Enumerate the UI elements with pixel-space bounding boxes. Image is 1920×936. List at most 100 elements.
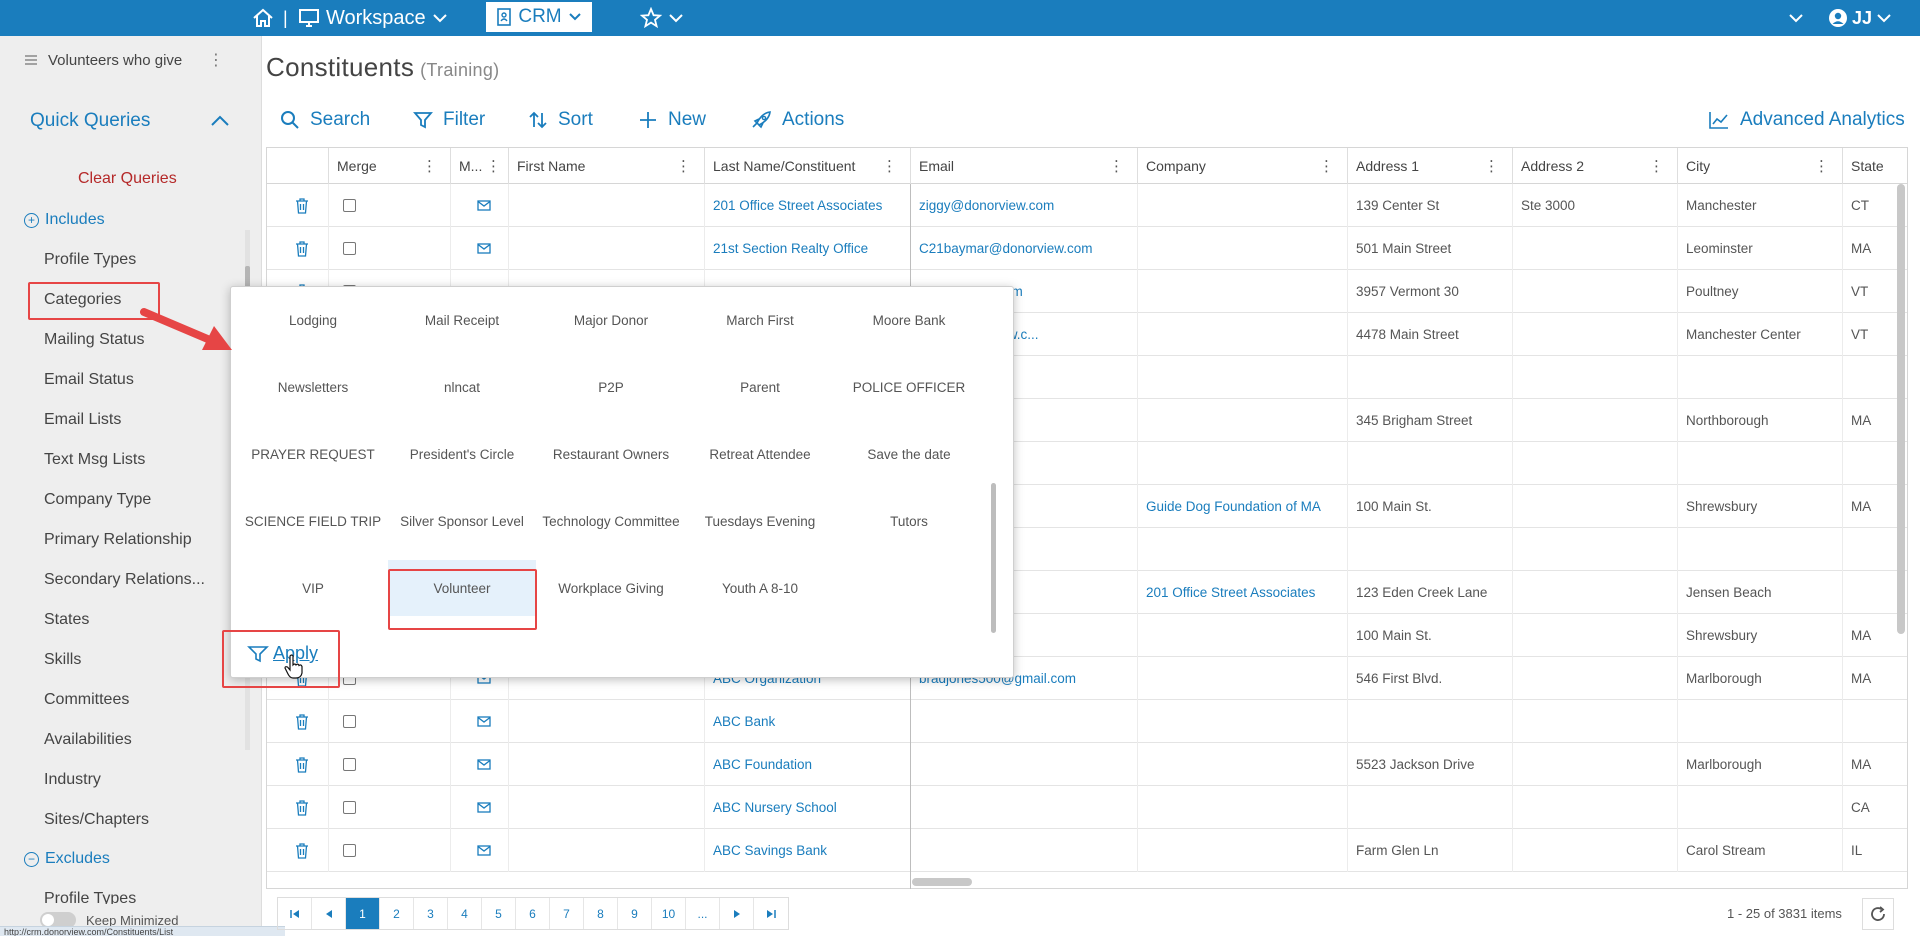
- page-number-button[interactable]: 6: [516, 898, 550, 929]
- sidebar-item-categories[interactable]: Categories: [44, 291, 121, 309]
- clear-queries-link[interactable]: Clear Queries: [78, 170, 177, 188]
- column-header-address-1[interactable]: Address 1 ⋮: [1348, 148, 1513, 184]
- column-menu-icon[interactable]: ⋮: [676, 157, 691, 175]
- advanced-analytics-button[interactable]: Advanced Analytics: [1708, 106, 1905, 134]
- table-row[interactable]: 21st Section Realty Office C21baymar@dono…: [267, 227, 1907, 270]
- popup-scrollbar[interactable]: [991, 483, 996, 633]
- sidebar-item-mailing-status[interactable]: Mailing Status: [44, 331, 145, 349]
- category-option[interactable]: Retreat Attendee: [686, 426, 834, 482]
- column-header-state[interactable]: State: [1843, 148, 1907, 184]
- category-option[interactable]: SCIENCE FIELD TRIP: [239, 493, 387, 549]
- category-option[interactable]: March First: [686, 292, 834, 348]
- mail-button[interactable]: [451, 829, 509, 872]
- last-cell[interactable]: ABC Nursery School: [705, 786, 911, 829]
- column-menu-icon[interactable]: ⋮: [882, 157, 897, 175]
- merge-checkbox[interactable]: [329, 700, 451, 743]
- sidebar-item-email-status[interactable]: Email Status: [44, 371, 134, 389]
- merge-checkbox[interactable]: [329, 786, 451, 829]
- column-header-merge[interactable]: Merge ⋮: [329, 148, 451, 184]
- category-option[interactable]: Silver Sponsor Level: [388, 493, 536, 549]
- last-page-button[interactable]: [754, 898, 788, 929]
- column-header-mail[interactable]: M... ⋮: [451, 148, 509, 184]
- column-header-email[interactable]: Email ⋮: [911, 148, 1138, 184]
- filter-button[interactable]: Filter: [413, 106, 485, 134]
- mail-button[interactable]: [451, 184, 509, 227]
- table-row[interactable]: ABC Savings Bank Farm Glen Ln Carol Stream…: [267, 829, 1907, 872]
- category-option[interactable]: Technology Committee: [537, 493, 685, 549]
- category-option[interactable]: POLICE OFFICER: [835, 359, 983, 415]
- category-option[interactable]: PRAYER REQUEST: [239, 426, 387, 482]
- category-option[interactable]: President's Circle: [388, 426, 536, 482]
- column-header-company[interactable]: Company ⋮: [1138, 148, 1348, 184]
- category-option[interactable]: Moore Bank: [835, 292, 983, 348]
- column-header-city[interactable]: City ⋮: [1678, 148, 1843, 184]
- sidebar-item-industry[interactable]: Industry: [44, 771, 101, 789]
- last-cell[interactable]: 201 Office Street Associates: [705, 184, 911, 227]
- email-cell[interactable]: C21baymar@donorview.com: [911, 227, 1138, 270]
- last-cell[interactable]: ABC Bank: [705, 700, 911, 743]
- delete-row-button[interactable]: [267, 227, 329, 270]
- sidebar-item-exclude-profile-types[interactable]: Profile Types: [44, 890, 136, 904]
- sidebar-item-secondary-relationship[interactable]: Secondary Relations...: [44, 571, 205, 589]
- sidebar-item-committees[interactable]: Committees: [44, 691, 129, 709]
- actions-button[interactable]: Actions: [750, 106, 844, 134]
- mail-button[interactable]: [451, 700, 509, 743]
- column-menu-icon[interactable]: ⋮: [422, 157, 437, 175]
- column-header-last-name[interactable]: Last Name/Constituent ⋮: [705, 148, 911, 184]
- column-menu-icon[interactable]: ⋮: [1109, 157, 1124, 175]
- user-menu[interactable]: JJ: [1828, 0, 1892, 36]
- first-page-button[interactable]: [278, 898, 312, 929]
- delete-row-button[interactable]: [267, 829, 329, 872]
- apply-button[interactable]: Apply: [247, 643, 318, 664]
- category-option[interactable]: Volunteer: [388, 560, 536, 616]
- page-number-button[interactable]: 9: [618, 898, 652, 929]
- page-number-button[interactable]: 4: [448, 898, 482, 929]
- column-header-address-2[interactable]: Address 2 ⋮: [1513, 148, 1678, 184]
- category-option[interactable]: nlncat: [388, 359, 536, 415]
- merge-checkbox[interactable]: [329, 829, 451, 872]
- mail-button[interactable]: [451, 227, 509, 270]
- page-number-button[interactable]: 2: [380, 898, 414, 929]
- category-option[interactable]: Lodging: [239, 292, 387, 348]
- merge-checkbox[interactable]: [329, 184, 451, 227]
- sidebar-item-skills[interactable]: Skills: [44, 651, 81, 669]
- table-row[interactable]: ABC Nursery School CA: [267, 786, 1907, 829]
- checkbox[interactable]: [343, 242, 356, 255]
- delete-row-button[interactable]: [267, 743, 329, 786]
- next-page-button[interactable]: [720, 898, 754, 929]
- sidebar-item-email-lists[interactable]: Email Lists: [44, 411, 121, 429]
- new-button[interactable]: New: [638, 106, 706, 134]
- previous-page-button[interactable]: [312, 898, 346, 929]
- sidebar-item-states[interactable]: States: [44, 611, 89, 629]
- table-row[interactable]: ABC Foundation 5523 Jackson Drive Marlboro…: [267, 743, 1907, 786]
- refresh-button[interactable]: [1862, 898, 1894, 930]
- category-option[interactable]: P2P: [537, 359, 685, 415]
- delete-row-button[interactable]: [267, 700, 329, 743]
- last-cell[interactable]: ABC Savings Bank: [705, 829, 911, 872]
- mail-button[interactable]: [451, 743, 509, 786]
- excludes-section[interactable]: − Excludes: [24, 849, 110, 869]
- checkbox[interactable]: [343, 758, 356, 771]
- table-row[interactable]: ABC Bank: [267, 700, 1907, 743]
- category-option[interactable]: Tuesdays Evening: [686, 493, 834, 549]
- checkbox[interactable]: [343, 801, 356, 814]
- sidebar-item-company-type[interactable]: Company Type: [44, 491, 151, 509]
- email-cell[interactable]: ziggy@donorview.com: [911, 184, 1138, 227]
- grid-vertical-scrollbar[interactable]: [1897, 184, 1905, 634]
- sidebar-item-sites-chapters[interactable]: Sites/Chapters: [44, 811, 149, 829]
- page-number-button[interactable]: ...: [686, 898, 720, 929]
- category-option[interactable]: Workplace Giving: [537, 560, 685, 616]
- merge-checkbox[interactable]: [329, 743, 451, 786]
- sidebar-item-profile-types[interactable]: Profile Types: [44, 251, 136, 269]
- category-option[interactable]: Youth A 8-10: [686, 560, 834, 616]
- company-cell[interactable]: 201 Office Street Associates: [1138, 571, 1348, 614]
- quick-queries-header[interactable]: Quick Queries: [30, 106, 230, 136]
- last-cell[interactable]: ABC Foundation: [705, 743, 911, 786]
- page-number-button[interactable]: 3: [414, 898, 448, 929]
- category-option[interactable]: Tutors: [835, 493, 983, 549]
- category-option[interactable]: Restaurant Owners: [537, 426, 685, 482]
- workspace-menu[interactable]: Workspace: [298, 0, 448, 36]
- saved-query-item[interactable]: Volunteers who give ⋮: [24, 48, 224, 72]
- sort-button[interactable]: Sort: [528, 106, 593, 134]
- company-cell[interactable]: Guide Dog Foundation of MA: [1138, 485, 1348, 528]
